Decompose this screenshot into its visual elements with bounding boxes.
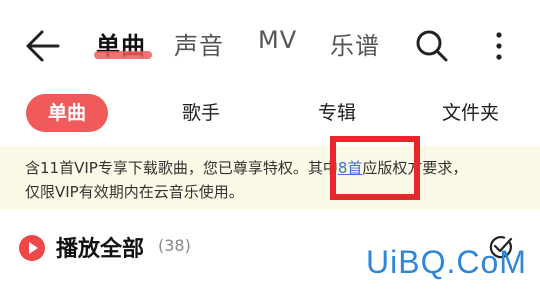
vip-notice-banner: 含11首VIP专享下载歌曲，您已尊享特权。其中8首应版权方要求， 仅限VIP有效… bbox=[0, 146, 540, 210]
song-count: (38) bbox=[158, 236, 191, 255]
tab-mv[interactable]: MV bbox=[258, 26, 297, 54]
notice-text: 其中 bbox=[307, 159, 338, 177]
more-vertical-icon[interactable] bbox=[492, 28, 506, 64]
subtab-songs[interactable]: 单曲 bbox=[26, 94, 108, 132]
search-icon[interactable] bbox=[414, 28, 450, 64]
tab-sheet-music[interactable]: 乐谱 bbox=[330, 26, 380, 61]
notice-text: 含11首VIP专享下载歌曲，您已尊享特权。 bbox=[25, 159, 308, 177]
play-all-button[interactable]: 播放全部 bbox=[56, 231, 144, 263]
notice-text: 应版权方要求， bbox=[362, 159, 468, 177]
tab-active-indicator bbox=[94, 51, 152, 59]
notice-line-2: 仅限VIP有效期内在云音乐使用。 bbox=[25, 183, 244, 201]
subtab-artists[interactable]: 歌手 bbox=[182, 94, 220, 132]
top-bar: 单曲 声音 MV 乐谱 bbox=[0, 0, 540, 90]
watermark-logo: UiBQ.CoM bbox=[366, 244, 527, 280]
back-arrow-icon[interactable] bbox=[22, 28, 62, 64]
subtab-folders[interactable]: 文件夹 bbox=[442, 94, 499, 132]
tab-sounds[interactable]: 声音 bbox=[174, 26, 224, 61]
notice-count-link[interactable]: 8首 bbox=[338, 159, 363, 177]
subtab-albums[interactable]: 专辑 bbox=[318, 94, 356, 132]
sub-tabs: 单曲 歌手 专辑 文件夹 bbox=[0, 94, 540, 138]
play-circle-icon[interactable] bbox=[18, 234, 46, 262]
notice-line-1: 含11首VIP专享下载歌曲，您已尊享特权。其中8首应版权方要求， bbox=[25, 157, 467, 178]
